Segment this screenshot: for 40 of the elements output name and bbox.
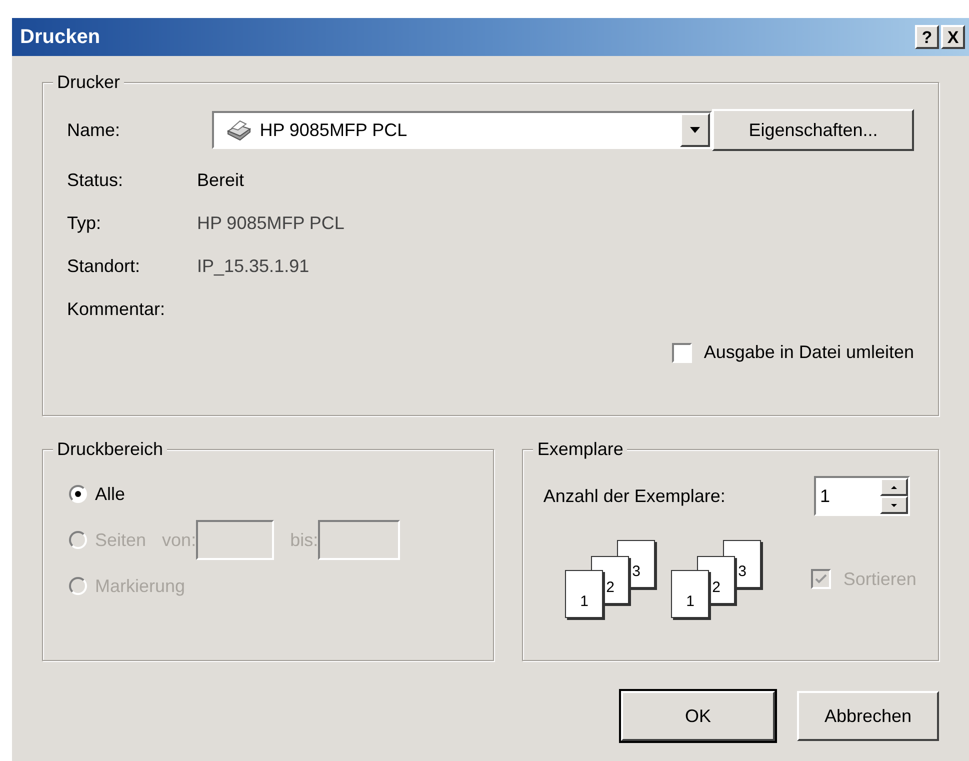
printer-icon (226, 119, 252, 141)
copies-label: Anzahl der Exemplare: (543, 484, 726, 508)
radio-label: Alle (95, 482, 126, 506)
radio-label: Markierung (95, 574, 186, 598)
caret-up-icon (891, 486, 897, 488)
field-label: Name: (67, 118, 122, 142)
info-label: Kommentar: (67, 298, 166, 321)
page-sheet: 1 (565, 570, 604, 618)
info-label: Status: (67, 169, 124, 192)
checkbox[interactable] (672, 342, 692, 362)
copies-value: 1 (819, 485, 832, 508)
from-field[interactable] (196, 520, 274, 560)
page-sheet: 1 (671, 570, 710, 618)
info-value: Bereit (197, 169, 244, 192)
properties-button[interactable]: Eigenschaften... (712, 109, 914, 151)
printer-name: HP 9085MFP PCL (260, 118, 408, 142)
printer-dropdown[interactable]: HP 9085MFP PCL (212, 111, 712, 149)
checkbox-label: Ausgabe in Datei umleiten (704, 341, 914, 364)
dropdown-button[interactable] (680, 113, 710, 147)
window-title: Drucken (20, 25, 100, 50)
cancel-button[interactable]: Abbrechen (797, 691, 939, 741)
close-button[interactable]: X (941, 25, 965, 49)
radio-label: Seiten (95, 528, 146, 552)
checkbox-label: Sortieren (843, 568, 916, 590)
spin-down-button[interactable] (880, 496, 908, 514)
spin-up-button[interactable] (880, 478, 908, 496)
caret-down-icon (891, 504, 897, 506)
from-label: von: (162, 528, 196, 552)
ok-button[interactable]: OK (621, 691, 775, 741)
to-field[interactable] (318, 520, 400, 560)
radio-button[interactable] (69, 485, 87, 503)
info-label: Typ: (67, 212, 102, 235)
info-label: Standort: (67, 255, 142, 278)
copies-spinbox[interactable]: 1 (814, 476, 910, 516)
to-label: bis: (290, 528, 318, 552)
caret-down-icon (690, 127, 700, 133)
info-value: IP_15.35.1.91 (197, 255, 310, 278)
check-icon (815, 574, 828, 584)
info-value: HP 9085MFP PCL (197, 212, 344, 235)
help-button[interactable]: ? (915, 25, 939, 49)
